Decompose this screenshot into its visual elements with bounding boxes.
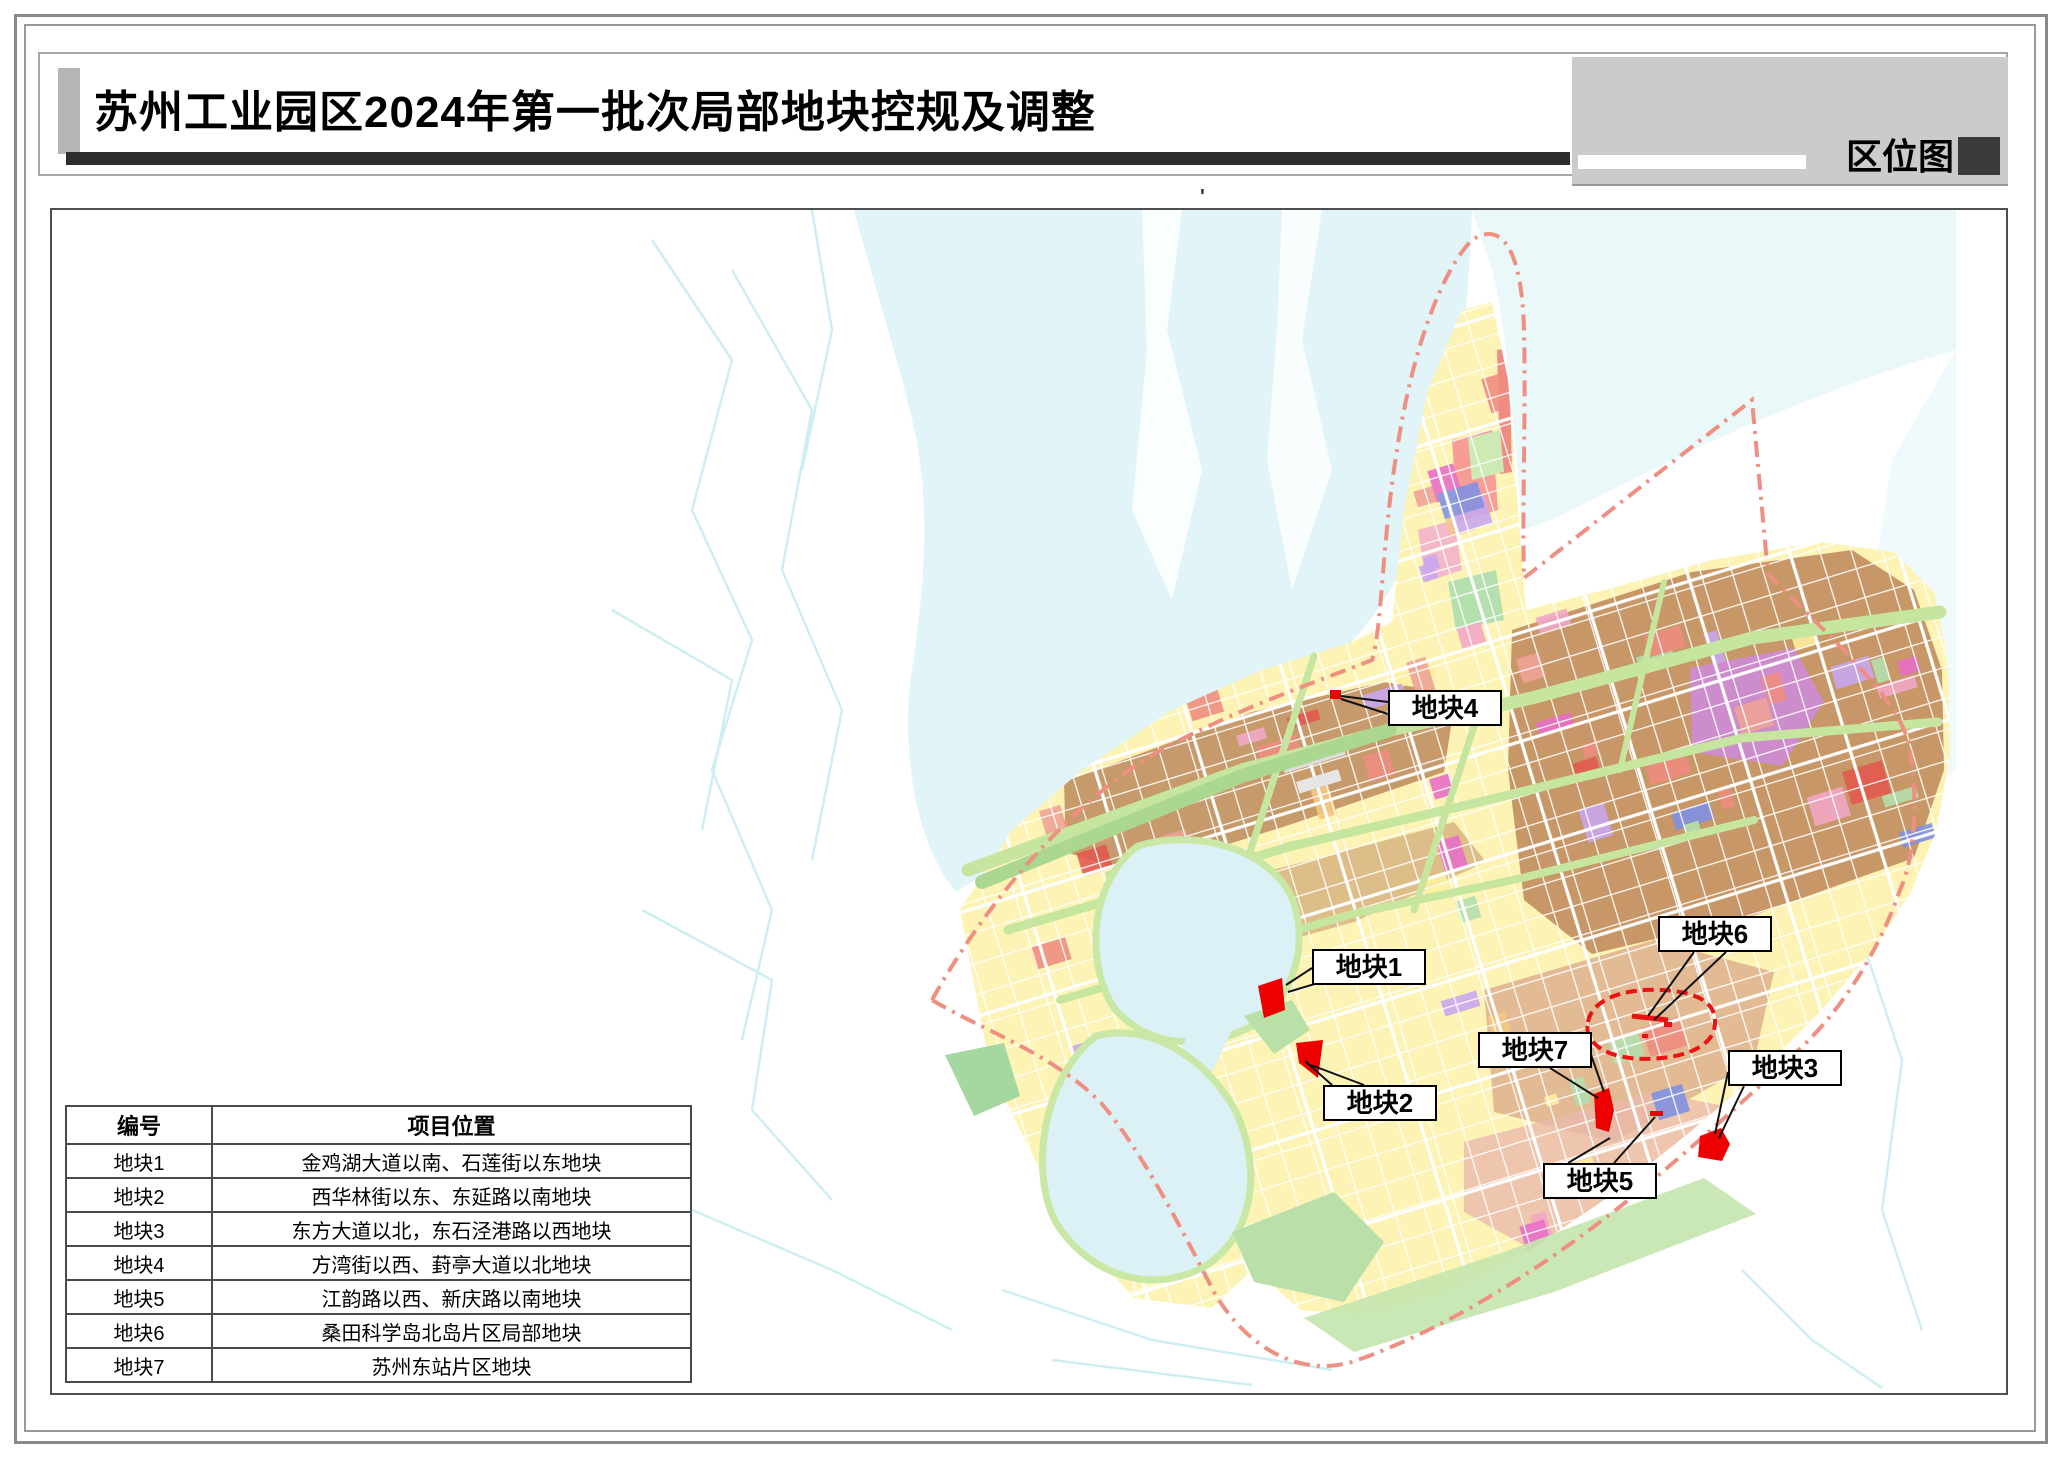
northeast-water [1472,210,1956,530]
plot-3-marker [1698,1128,1730,1161]
table-row: 地块6 桑田科学岛北岛片区局部地块 [66,1314,691,1348]
col-header-location: 项目位置 [212,1106,691,1144]
title-underline-bar [66,152,1570,165]
plot-label-3: 地块3 [1728,1050,1842,1086]
plot-label-4: 地块4 [1388,690,1502,726]
plot-location: 江韵路以西、新庆路以南地块 [212,1280,691,1314]
plot-id: 地块6 [66,1314,212,1348]
plot-5-marker [1650,1111,1663,1116]
location-map-panel: 地块1 地块2 地块3 地块4 地块5 地块6 地块7 编号 项目位置 地块1 … [50,208,2008,1395]
plot-location-table: 编号 项目位置 地块1 金鸡湖大道以南、石莲街以东地块 地块2 西华林街以东、东… [65,1105,692,1383]
plot-label-1: 地块1 [1312,949,1426,985]
plot-label-5: 地块5 [1543,1163,1657,1199]
table-row: 地块7 苏州东站片区地块 [66,1348,691,1382]
table-row: 地块2 西华林街以东、东延路以南地块 [66,1178,691,1212]
table-row: 地块1 金鸡湖大道以南、石莲街以东地块 [66,1144,691,1178]
plot-label-2: 地块2 [1323,1085,1437,1121]
plot-id: 地块4 [66,1246,212,1280]
plot-label-6: 地块6 [1658,916,1772,952]
page-title: 苏州工业园区2024年第一批次局部地块控规及调整 [94,76,1394,146]
plot-id: 地块1 [66,1144,212,1178]
table-row: 地块3 东方大道以北，东石泾港路以西地块 [66,1212,691,1246]
table-row: 地块4 方湾街以西、葑亭大道以北地块 [66,1246,691,1280]
plot-4-marker [1330,690,1341,699]
plot-id: 地块2 [66,1178,212,1212]
table-row: 地块5 江韵路以西、新庆路以南地块 [66,1280,691,1314]
title-accent-bar [58,68,80,154]
plot-id: 地块3 [66,1212,212,1246]
plot-location: 东方大道以北，东石泾港路以西地块 [212,1212,691,1246]
plot-label-7: 地块7 [1478,1032,1592,1068]
plot-id: 地块5 [66,1280,212,1314]
table-header-row: 编号 项目位置 [66,1106,691,1144]
col-header-id: 编号 [66,1106,212,1144]
plot-location: 苏州东站片区地块 [212,1348,691,1382]
plot-location: 金鸡湖大道以南、石莲街以东地块 [212,1144,691,1178]
stray-mark: ' [1200,186,1205,209]
plot-location: 西华林街以东、东延路以南地块 [212,1178,691,1212]
plot-id: 地块7 [66,1348,212,1382]
plot-location: 桑田科学岛北岛片区局部地块 [212,1314,691,1348]
corner-white-strip [1578,155,1806,169]
plot-location: 方湾街以西、葑亭大道以北地块 [212,1246,691,1280]
corner-map-type-label: 区位图 [1830,128,1954,170]
plan-sheet: { "page": { "title": "苏州工业园区2024年第一批次局部地… [0,0,2062,1458]
corner-square-icon [1958,137,2000,175]
